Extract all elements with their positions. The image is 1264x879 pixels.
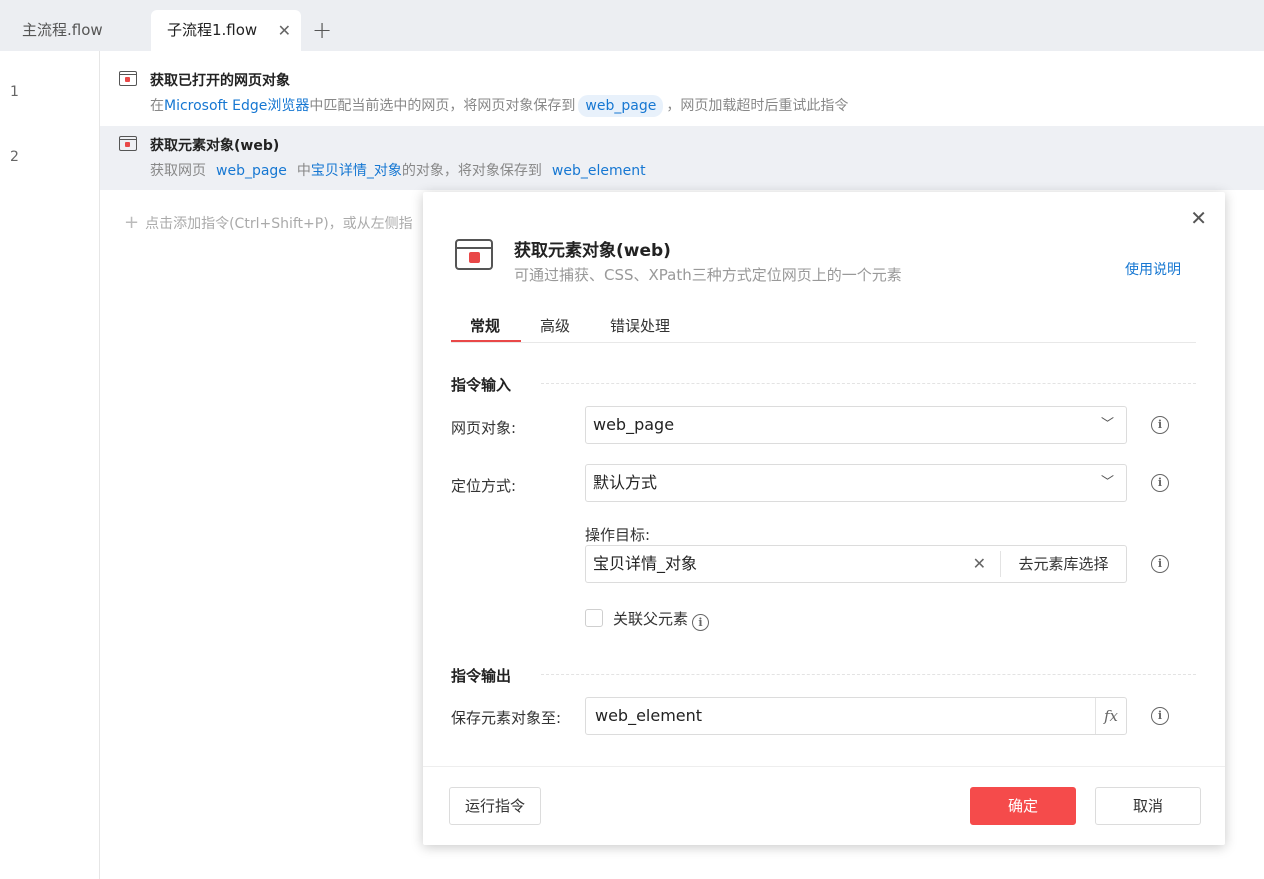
locate-method-value: 默认方式 — [593, 473, 658, 492]
line-gutter: 1 2 — [0, 51, 100, 879]
tab-general[interactable]: 常规 — [470, 315, 500, 336]
divider — [541, 674, 1196, 675]
dialog-tabs: 常规 高级 错误处理 — [451, 312, 1196, 343]
desc-text: 中匹配当前选中的网页，将网页对象保存到 — [309, 98, 576, 114]
add-instruction-hint[interactable]: + 点击添加指令(Ctrl+Shift+P)，或从左侧指 — [124, 212, 413, 233]
divider — [541, 383, 1196, 384]
info-icon[interactable]: i — [692, 614, 710, 631]
help-link[interactable]: 使用说明 — [1125, 259, 1181, 279]
target-field[interactable]: 宝贝详情_对象 ✕ 去元素库选择 — [585, 545, 1127, 583]
save-element-input[interactable]: web_element fx — [585, 697, 1127, 735]
locate-method-label: 定位方式: — [451, 477, 517, 495]
tab-label: 子流程1.flow — [167, 21, 258, 39]
link-parent-text: 关联父元素 — [613, 610, 689, 628]
step-title: 获取已打开的网页对象 — [150, 73, 290, 89]
instruction-dialog: ✕ 获取元素对象(web) 可通过捕获、CSS、XPath三种方式定位网页上的一… — [423, 192, 1225, 845]
flow-step-selected[interactable]: 获取元素对象(web) 获取网页 web_page 中宝贝详情_对象的对象，将对象保… — [100, 126, 1264, 190]
locate-method-select[interactable]: 默认方式 ﹀ — [585, 464, 1127, 502]
step-description: 在Microsoft Edge浏览器中匹配当前选中的网页，将网页对象保存到 web… — [150, 95, 848, 117]
add-tab-icon[interactable]: + — [310, 14, 334, 46]
dialog-footer-divider — [423, 766, 1225, 767]
page-object-select[interactable]: web_page ﹀ — [585, 406, 1127, 444]
browser-name: Microsoft Edge浏览器 — [164, 98, 310, 114]
close-icon[interactable]: ✕ — [1190, 206, 1207, 230]
cancel-button[interactable]: 取消 — [1095, 787, 1201, 825]
element-library-button[interactable]: 去元素库选择 — [1000, 551, 1126, 577]
link-parent-checkbox[interactable] — [585, 609, 603, 627]
fx-icon[interactable]: fx — [1095, 698, 1126, 734]
tab-label: 主流程.flow — [22, 21, 103, 39]
tab-advanced[interactable]: 高级 — [540, 315, 570, 336]
active-tab-indicator — [451, 340, 521, 342]
chevron-down-icon: ﹀ — [1100, 417, 1114, 432]
dialog-subtitle: 可通过捕获、CSS、XPath三种方式定位网页上的一个元素 — [514, 266, 902, 284]
section-input: 指令输入 — [451, 376, 512, 394]
target-label: 操作目标: — [585, 526, 651, 544]
run-instruction-button[interactable]: 运行指令 — [449, 787, 541, 825]
line-number: 2 — [10, 149, 19, 165]
tab-error-handling[interactable]: 错误处理 — [610, 315, 670, 336]
info-icon[interactable]: i — [1151, 474, 1169, 492]
tab-subflow-1[interactable]: 子流程1.flow ✕ — [151, 10, 301, 51]
variable-pill[interactable]: web_page — [578, 95, 664, 117]
variable-pill[interactable]: web_element — [545, 160, 653, 182]
tab-bar: 主流程.flow 子流程1.flow ✕ + — [0, 0, 1264, 51]
confirm-button[interactable]: 确定 — [970, 787, 1076, 825]
clear-icon[interactable]: ✕ — [973, 546, 986, 582]
desc-text: ，网页加载超时后重试此指令 — [666, 98, 849, 114]
flow-step[interactable]: 获取已打开的网页对象 在Microsoft Edge浏览器中匹配当前选中的网页，… — [100, 61, 1264, 125]
save-element-label: 保存元素对象至: — [451, 709, 562, 727]
step-description: 获取网页 web_page 中宝贝详情_对象的对象，将对象保存到 web_elemen… — [150, 160, 656, 182]
desc-text: 的对象，将对象保存到 — [401, 163, 542, 179]
chevron-down-icon: ﹀ — [1100, 475, 1114, 490]
desc-text: 中 — [296, 163, 311, 179]
info-icon[interactable]: i — [1151, 416, 1169, 434]
tab-main-flow[interactable]: 主流程.flow — [0, 10, 150, 51]
page-object-value: web_page — [593, 415, 675, 434]
element-name[interactable]: 宝贝详情_对象 — [311, 163, 402, 179]
section-output: 指令输出 — [451, 667, 512, 685]
dialog-title: 获取元素对象(web) — [514, 241, 671, 261]
desc-text: 在 — [150, 98, 164, 114]
target-value: 宝贝详情_对象 — [593, 554, 698, 573]
info-icon[interactable]: i — [1151, 707, 1169, 725]
variable-pill[interactable]: web_page — [209, 160, 294, 182]
link-parent-label: 关联父元素 i — [613, 608, 710, 631]
close-icon[interactable]: ✕ — [278, 10, 291, 51]
element-icon — [119, 136, 137, 151]
desc-text: 获取网页 — [150, 163, 206, 179]
info-icon[interactable]: i — [1151, 555, 1169, 573]
line-number: 1 — [10, 84, 19, 100]
browser-icon — [119, 71, 137, 86]
plus-icon: + — [124, 212, 140, 233]
save-element-value: web_element — [595, 706, 703, 725]
page-object-label: 网页对象: — [451, 419, 517, 437]
add-hint-text: 点击添加指令(Ctrl+Shift+P)，或从左侧指 — [145, 216, 413, 232]
element-icon — [455, 239, 493, 270]
step-title: 获取元素对象(web) — [150, 138, 280, 154]
